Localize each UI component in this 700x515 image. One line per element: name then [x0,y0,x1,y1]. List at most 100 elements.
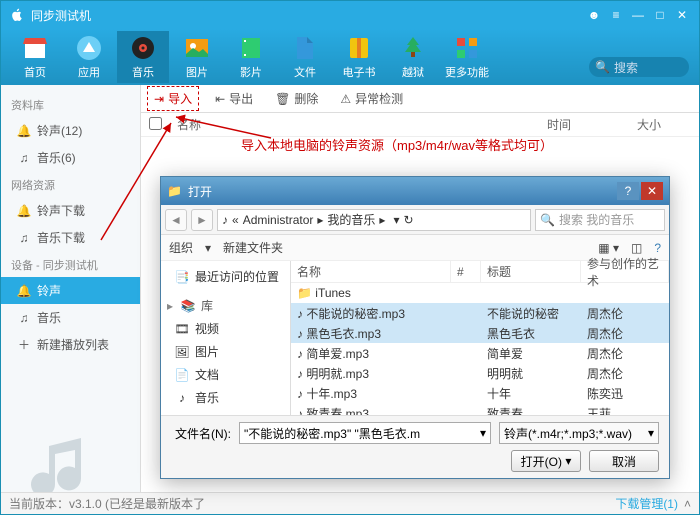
apple-icon [9,7,25,23]
preview-toggle-button[interactable]: ◫ [631,241,642,255]
sidebar-item-note[interactable]: ♫音乐(6) [1,144,140,171]
nav-music[interactable]: ♪音乐 [161,386,290,409]
import-button[interactable]: ⇥导入 [147,86,199,111]
nav-video[interactable]: 🎞视频 [161,317,290,340]
bell-icon: 🔔 [17,124,31,138]
filename-label: 文件名(N): [171,425,231,442]
audio-icon: ♪ [297,307,303,321]
toolbar-app[interactable]: 应用 [63,31,115,83]
filename-input[interactable]: "不能说的秘密.mp3" "黑色毛衣.m▾ [239,422,491,444]
dialog-search[interactable]: 🔍 搜索 我的音乐 [535,209,665,231]
organize-menu[interactable]: 组织 [169,239,193,256]
nav-back-button[interactable]: ◄ [165,209,187,231]
dialog-file-list: 名称 # 标题 参与创作的艺术 📁 iTunes♪ 不能说的秘密.mp3不能说的… [291,261,669,415]
minimize-button[interactable]: — [629,6,647,24]
dialog-sidebar: 📑最近访问的位置▸📚库🎞视频🖼图片📄文档♪音乐▸💻计算机💽Win7 64 (C:… [161,261,291,415]
help-icon[interactable]: ? [654,241,661,255]
check-button[interactable]: ⚠异常检测 [334,87,409,110]
content-header: 名称 时间 大小 [141,113,699,137]
audio-icon: ♪ [297,387,303,401]
dialog-close-button[interactable]: ✕ [641,182,663,200]
toolbar-book[interactable]: 电子书 [333,31,385,83]
col-name[interactable]: 名称 [169,116,539,133]
video-icon: 🎞 [175,322,189,336]
file-row[interactable]: ♪ 不能说的秘密.mp3不能说的秘密周杰伦 [291,303,669,323]
breadcrumb[interactable]: ♪ « Administrator▸ 我的音乐▸ ▾ ↻ [217,209,531,231]
list-header: 名称 # 标题 参与创作的艺术 [291,261,669,283]
nav-lib[interactable]: ▸📚库 [161,294,290,317]
search-icon: 🔍 [540,213,555,227]
note-icon: ♫ [17,231,31,245]
col-artist[interactable]: 参与创作的艺术 [581,261,669,282]
export-button[interactable]: ⇤导出 [209,87,259,110]
nav-forward-button[interactable]: ► [191,209,213,231]
audio-icon: ♪ [297,347,303,361]
select-all-checkbox[interactable] [149,117,162,130]
file-row[interactable]: ♪ 致青春.mp3致青春王菲 [291,403,669,415]
toolbar-film[interactable]: 影片 [225,31,277,83]
music-icon: ♪ [222,213,228,227]
nav-doc[interactable]: 📄文档 [161,363,290,386]
toolbar-store[interactable]: 首页 [9,31,61,83]
cancel-button[interactable]: 取消 [589,450,659,472]
feedback-icon[interactable]: ☻ [585,6,603,24]
col-title[interactable]: 标题 [481,261,581,282]
col-number[interactable]: # [451,261,481,282]
col-time[interactable]: 时间 [539,116,629,133]
sidebar-header: 资料库 [1,91,140,117]
nav-recent[interactable]: 📑最近访问的位置 [161,265,290,288]
chevron-down-icon[interactable]: ▾ [393,213,399,227]
main-toolbar: 首页应用音乐图片影片文件电子书越狱更多功能 🔍搜索 [1,29,699,85]
folder-icon: 📁 [167,184,182,198]
file-row[interactable]: ♪ 简单爱.mp3简单爱周杰伦 [291,343,669,363]
toolbar-search[interactable]: 🔍搜索 [589,57,689,77]
sidebar-item-note[interactable]: ♫音乐 [1,304,140,331]
col-filename[interactable]: 名称 [291,261,451,282]
close-button[interactable]: ✕ [673,6,691,24]
dialog-help-button[interactable]: ? [617,182,639,200]
sidebar-item-note[interactable]: ♫音乐下载 [1,224,140,251]
sidebar-item-bell[interactable]: 🔔铃声 [1,277,140,304]
sidebar-item-bell[interactable]: 🔔铃声下载 [1,197,140,224]
import-icon: ⇥ [154,92,164,106]
toolbar-disc[interactable]: 音乐 [117,31,169,83]
refresh-icon[interactable]: ↻ [403,213,413,227]
file-row[interactable]: ♪ 黑色毛衣.mp3黑色毛衣周杰伦 [291,323,669,343]
download-manager-link[interactable]: 下载管理(1) [615,495,678,512]
new-folder-button[interactable]: 新建文件夹 [223,239,283,256]
sidebar-item-bell[interactable]: 🔔铃声(12) [1,117,140,144]
toolbar-photo[interactable]: 图片 [171,31,223,83]
dialog-titlebar: 📁 打开 ? ✕ [161,177,669,205]
recent-icon: 📑 [175,270,189,284]
bell-icon: 🔔 [17,204,31,218]
expand-icon[interactable]: ˄ [684,497,691,511]
lib-icon: 📚 [181,299,195,313]
pic-icon: 🖼 [175,345,189,359]
toolbar-file[interactable]: 文件 [279,31,331,83]
col-size[interactable]: 大小 [629,116,699,133]
maximize-button[interactable]: □ [651,6,669,24]
export-icon: ⇤ [215,92,225,106]
folder-row[interactable]: 📁 iTunes [291,283,669,303]
file-row[interactable]: ♪ 明明就.mp3明明就周杰伦 [291,363,669,383]
sidebar: 资料库🔔铃声(12)♫音乐(6)网络资源🔔铃声下载♫音乐下载设备 - 同步测试机… [1,85,141,492]
file-row[interactable]: ♪ 十年.mp3十年陈奕迅 [291,383,669,403]
instruction-callout: 导入本地电脑的铃声资源（mp3/m4r/wav等格式均可） [241,135,553,154]
nav-pic[interactable]: 🖼图片 [161,340,290,363]
dialog-footer: 文件名(N): "不能说的秘密.mp3" "黑色毛衣.m▾ 铃声(*.m4r;*… [161,415,669,478]
settings-icon[interactable]: ≡ [607,6,625,24]
open-button[interactable]: 打开(O) ▾ [511,450,581,472]
filetype-select[interactable]: 铃声(*.m4r;*.mp3;*.wav)▾ [499,422,659,444]
view-options-button[interactable]: ▦ ▾ [598,241,619,255]
note-icon: ♫ [17,311,31,325]
toolbar-grid[interactable]: 更多功能 [441,31,493,83]
sidebar-header: 设备 - 同步测试机 [1,251,140,277]
search-icon: 🔍 [595,60,610,74]
sidebar-item-plus[interactable]: ＋新建播放列表 [1,331,140,358]
delete-button[interactable]: 🗑删除 [269,87,324,110]
check-icon: ⚠ [340,92,351,106]
music-placeholder-icon [11,408,130,492]
statusbar: 当前版本：v3.1.0 (已经是最新版本了 下载管理(1) ˄ [1,492,699,514]
toolbar-pine[interactable]: 越狱 [387,31,439,83]
open-file-dialog: 📁 打开 ? ✕ ◄ ► ♪ « Administrator▸ 我的音乐▸ ▾ … [160,176,670,479]
